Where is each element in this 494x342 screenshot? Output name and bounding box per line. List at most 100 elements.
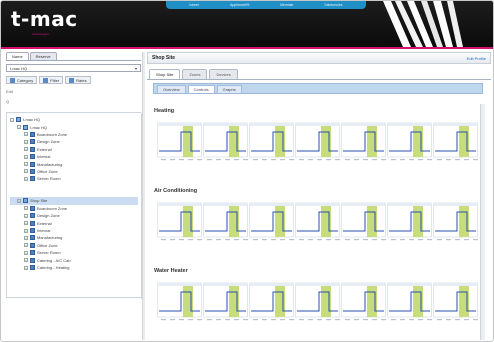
day-schedule-chart[interactable] [249,119,294,167]
tmac-logo[interactable]: t-mac [11,7,78,31]
expand-icon[interactable]: + [24,154,28,159]
day-schedule-chart[interactable] [295,199,340,247]
expand-icon[interactable]: + [24,250,28,255]
day-schedule-chart[interactable] [203,119,248,167]
day-schedule-chart[interactable] [387,119,432,167]
expand-icon[interactable]: + [24,162,28,167]
expand-icon[interactable]: + [24,243,28,248]
site-select[interactable]: t-mac HQ ▾ [6,64,141,72]
day-schedule-chart[interactable] [387,279,432,327]
tree-node[interactable] [10,183,138,190]
day-schedule-chart[interactable] [157,279,202,327]
category-button[interactable]: Category [6,76,38,84]
day-schedule-chart[interactable] [295,119,340,167]
nav-link[interactable]: Memiaie [280,3,293,7]
tree-node[interactable]: + Boardroom Zone [10,205,138,212]
tree-node[interactable]: + Internal [10,227,138,234]
axis-tick-mark [262,159,267,161]
zone-icon [30,131,35,137]
panel-splitter[interactable] [142,52,145,340]
tab-graphs[interactable]: Graphs [216,85,242,93]
expand-icon[interactable]: + [24,169,28,174]
day-schedule-chart[interactable] [341,199,386,247]
day-schedule-chart[interactable] [157,199,202,247]
tree-node[interactable]: + External [10,219,138,226]
day-schedule-chart[interactable] [341,279,386,327]
expand-icon[interactable]: + [24,139,28,144]
tree-node[interactable]: + Manufacturing [10,160,138,167]
tree-toolbar: Category Filter Rates [6,75,141,85]
expand-icon[interactable]: + [24,132,28,137]
tree-node[interactable]: + Design Zone [10,138,138,145]
collapse-icon[interactable]: − [10,117,14,122]
axis-tick-mark [400,239,405,241]
expand-icon[interactable]: + [24,235,28,240]
axis-tick-mark [372,319,377,321]
day-schedule-chart[interactable] [341,119,386,167]
tree-node[interactable]: − t-mac HQ [10,123,138,130]
tab-overview[interactable]: Overview [157,85,186,93]
tree-node[interactable]: + Office Zone [10,168,138,175]
tab-reserve[interactable]: Reserve [29,52,57,60]
nav-link[interactable]: Appliance99 [230,3,249,7]
expand-icon[interactable]: + [24,228,28,233]
day-schedule-chart[interactable] [387,199,432,247]
tab-zones[interactable]: Zones [182,69,208,79]
edit-profile-link[interactable]: Edit Profile [467,56,486,61]
tab-controls[interactable]: Controls [187,85,215,93]
day-schedule-chart[interactable] [249,279,294,327]
nav-link[interactable]: Sabeuncies [324,3,342,7]
tab-devices[interactable]: Devices [209,69,238,79]
search-icon[interactable]: Q [6,99,141,104]
zone-icon [30,220,35,226]
axis-tick-mark [271,239,276,241]
water-heater-schedule-row [157,279,478,327]
tree-node[interactable] [10,190,138,197]
day-schedule-chart[interactable] [203,199,248,247]
collapse-icon[interactable]: − [17,198,21,203]
expand-icon[interactable]: + [24,265,28,270]
day-schedule-chart[interactable] [295,279,340,327]
tree-node[interactable]: + Boardroom Zone [10,131,138,138]
axis-tick-mark [464,319,469,321]
tree-node[interactable]: + Internal [10,153,138,160]
tree-node[interactable]: + External [10,146,138,153]
tree-node[interactable]: + Office Zone [10,242,138,249]
tree-node[interactable]: − t-mac HQ [10,116,138,123]
tree-node[interactable]: + Server Room [10,249,138,256]
tree-node[interactable]: + Catering - A/C Cab [10,256,138,263]
tab-name[interactable]: Name [6,52,29,60]
day-schedule-chart[interactable] [203,279,248,327]
tree-node[interactable]: − Shop Site [10,197,138,205]
day-schedule-chart[interactable] [157,119,202,167]
day-schedule-chart[interactable] [433,199,478,247]
app-window: t-mac technologies Ictmer Appliance99 Me… [0,0,494,342]
tree-node[interactable]: + Catering - Heating [10,264,138,271]
axis-tick-mark [280,239,285,241]
tree-node[interactable]: + Manufacturing [10,234,138,241]
axis-tick-mark [372,159,377,161]
content-scrollbar[interactable] [480,104,485,340]
day-schedule-chart[interactable] [249,199,294,247]
expand-icon[interactable]: + [24,258,28,263]
expand-icon[interactable]: + [24,206,28,211]
tree-node[interactable]: + Design Zone [10,212,138,219]
day-schedule-chart[interactable] [433,279,478,327]
expand-icon[interactable]: + [24,147,28,152]
expand-icon[interactable]: + [24,176,28,181]
expand-icon[interactable]: + [24,213,28,218]
rates-button[interactable]: Rates [65,76,91,84]
filter-button[interactable]: Filter [39,76,64,84]
chart-frame [341,122,386,158]
collapse-icon[interactable]: − [17,125,21,130]
axis-tick-mark [170,319,175,321]
edit-label[interactable]: Edit [6,89,141,94]
axis-tick-mark [391,319,396,321]
tree-node[interactable]: + Server Room [10,175,138,182]
tab-shop-site[interactable]: Shop Site [149,69,181,79]
nav-link[interactable]: Ictmer [189,3,199,7]
detail-panel: Shop Site Edit Profile Shop Site Zones D… [147,52,491,340]
expand-icon[interactable]: + [24,221,28,226]
day-schedule-chart[interactable] [433,119,478,167]
chart-header [203,203,248,206]
